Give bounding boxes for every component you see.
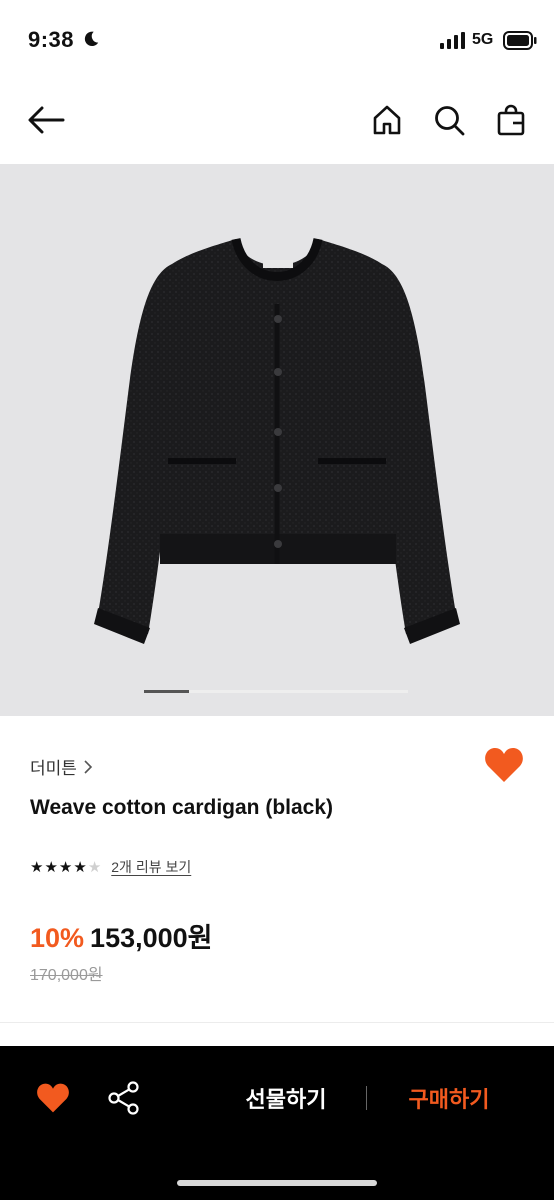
brand-name: 더미튼: [30, 759, 77, 778]
star-icon: ★: [44, 858, 58, 876]
sale-price: 153,000원: [90, 923, 213, 953]
share-icon[interactable]: [106, 1080, 142, 1116]
star-icon: ★: [73, 858, 87, 876]
nav-bar: [0, 80, 554, 164]
gift-button[interactable]: 선물하기: [230, 1082, 342, 1114]
moon-icon: [84, 31, 99, 47]
price-row: 10% 153,000원: [30, 916, 213, 955]
home-button[interactable]: [365, 98, 409, 142]
network-label: 5G: [472, 31, 494, 48]
action-divider: [366, 1086, 367, 1110]
home-indicator: [177, 1180, 377, 1186]
brand-link[interactable]: 더미튼: [30, 754, 93, 779]
divider: [0, 1022, 554, 1023]
product-image[interactable]: [0, 164, 554, 716]
like-heart-icon[interactable]: [36, 1082, 70, 1114]
image-carousel-indicator: [144, 690, 408, 693]
bottom-action-bar: 선물하기 구매하기: [0, 1046, 554, 1200]
search-icon: [435, 106, 465, 136]
status-bar: 9:38 5G: [0, 0, 554, 80]
home-icon: [373, 105, 401, 135]
status-time: 9:38: [28, 27, 75, 52]
star-icon: ★: [58, 858, 73, 876]
review-link[interactable]: 2개 리뷰 보기: [111, 857, 191, 877]
signal-icon: [440, 32, 465, 49]
back-arrow-icon: [28, 106, 65, 134]
buy-button[interactable]: 구매하기: [394, 1082, 504, 1114]
back-button[interactable]: [24, 98, 68, 142]
search-button[interactable]: [427, 98, 471, 142]
battery-icon: [503, 31, 537, 50]
cart-button[interactable]: [489, 98, 533, 142]
shopping-bag-icon: [497, 104, 525, 136]
chevron-right-icon: [84, 759, 93, 774]
like-heart-icon[interactable]: [484, 746, 524, 784]
star-icon: ★: [30, 858, 44, 876]
cardigan-image: [94, 237, 460, 644]
original-price: 170,000원: [30, 967, 103, 984]
star-empty-icon: ★: [87, 858, 102, 876]
carousel-active-segment: [144, 690, 189, 693]
rating: ★ ★ ★ ★ ★ 2개 리뷰 보기: [30, 857, 191, 877]
product-title: Weave cotton cardigan (black): [30, 796, 334, 819]
discount-rate: 10%: [30, 923, 85, 953]
